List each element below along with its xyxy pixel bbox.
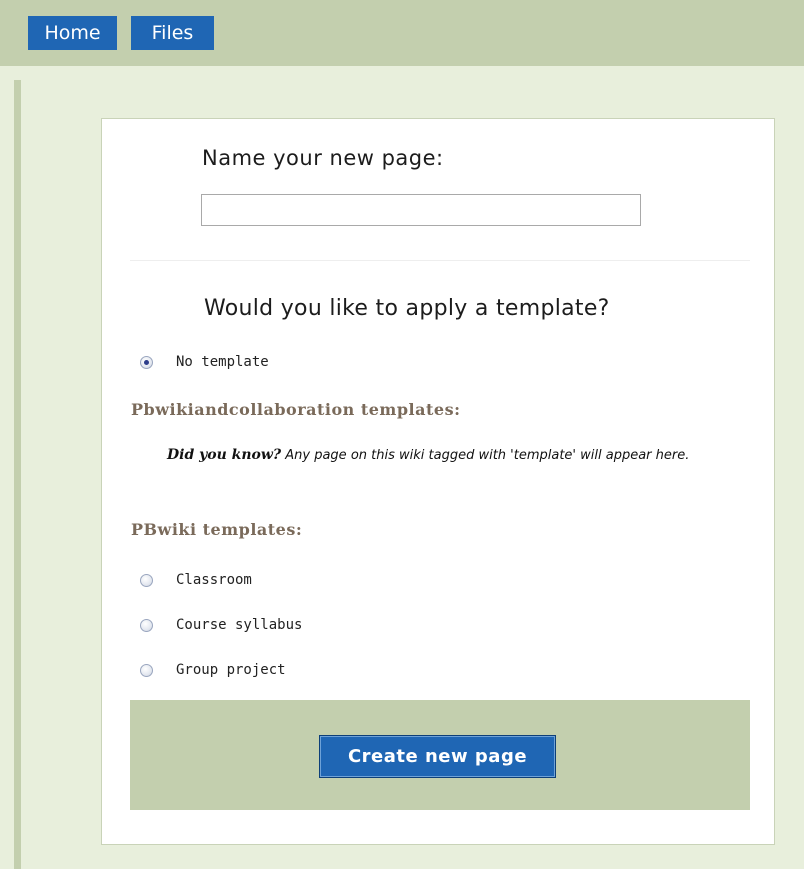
radio-label: No template	[176, 354, 269, 370]
radio-unchecked-icon[interactable]	[140, 573, 153, 587]
radio-option-group-project[interactable]: Group project	[140, 659, 286, 681]
create-new-page-button[interactable]: Create new page	[319, 735, 556, 778]
tab-home[interactable]: Home	[28, 16, 117, 50]
radio-option-course-syllabus[interactable]: Course syllabus	[140, 614, 302, 636]
page-name-input[interactable]	[201, 194, 641, 226]
did-you-know-text: Any page on this wiki tagged with 'templ…	[281, 448, 690, 463]
template-heading: Would you like to apply a template?	[204, 296, 610, 321]
radio-checked-icon[interactable]	[140, 355, 153, 369]
radio-label: Group project	[176, 662, 286, 678]
did-you-know-label: Did you know?	[167, 447, 282, 463]
radio-option-no-template[interactable]: No template	[140, 351, 269, 373]
section-divider	[130, 260, 750, 261]
radio-label: Classroom	[176, 572, 252, 588]
pbwiki-templates-heading: PBwiki templates:	[131, 520, 303, 539]
tab-files[interactable]: Files	[131, 16, 214, 50]
radio-unchecked-icon[interactable]	[140, 618, 153, 632]
radio-option-classroom[interactable]: Classroom	[140, 569, 252, 591]
radio-label: Course syllabus	[176, 617, 303, 633]
name-heading: Name your new page:	[202, 146, 444, 170]
radio-unchecked-icon[interactable]	[140, 663, 153, 677]
left-rail	[14, 80, 21, 869]
top-nav-bar	[0, 0, 804, 66]
collaboration-templates-heading: Pbwikiandcollaboration templates:	[131, 400, 461, 419]
did-you-know-note: Did you know? Any page on this wiki tagg…	[131, 445, 731, 466]
